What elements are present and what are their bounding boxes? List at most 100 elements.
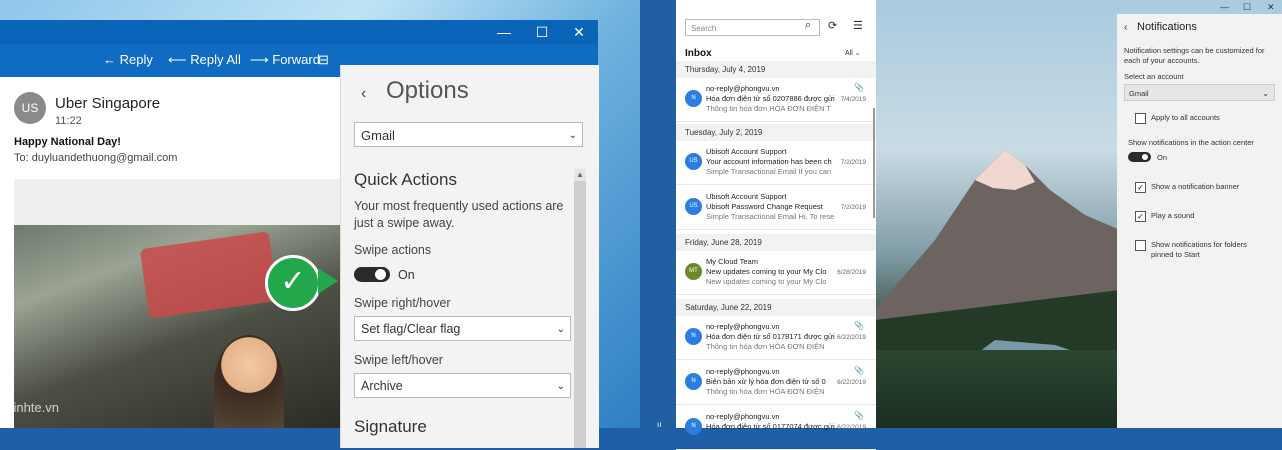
chevron-down-icon: ⌄ (556, 381, 565, 392)
notifications-description: Notification settings can be customized … (1124, 46, 1265, 65)
mail-sender: Ubisoft Account Support (706, 147, 787, 156)
scroll-up-icon[interactable]: ▲ (574, 169, 586, 181)
swipe-right-select[interactable]: Set flag/Clear flag ⌄ (354, 316, 571, 341)
mail-sender: no-reply@phongvu.vn (706, 322, 780, 331)
toggle-knob (1142, 154, 1148, 160)
message-banner (14, 179, 344, 225)
apply-all-checkbox[interactable] (1135, 113, 1146, 124)
swipe-actions-label: Swipe actions (354, 243, 432, 257)
swipe-left-select[interactable]: Archive ⌄ (354, 373, 571, 398)
reply-all-button[interactable]: ⟵ Reply All (168, 52, 241, 68)
account-select-label: Select an account (1124, 72, 1184, 81)
minimize-button[interactable]: — (1220, 2, 1229, 12)
mail-sender: no-reply@phongvu.vn (706, 412, 780, 421)
swipe-right-value: Set flag/Clear flag (361, 322, 461, 336)
mail-subject: Hóa đơn điện tử số 0178171 được gửi (706, 332, 835, 341)
mail-preview: Simple Transactional Email Hi, To rese (706, 212, 835, 221)
mail-date: 7/2/2019 (840, 159, 866, 166)
account-select[interactable]: Gmail ⌄ (1124, 84, 1275, 101)
list-item[interactable]: Nno-reply@phongvu.vn Hóa đơn điện tử số 0… (676, 316, 876, 360)
sender-avatar: N (685, 418, 702, 435)
show-notifications-toggle[interactable] (1128, 152, 1151, 162)
options-pane: ‹ Options Gmail ⌄ Quick Actions Your mos… (340, 65, 599, 448)
list-item[interactable]: Nno-reply@phongvu.vn Hóa đơn điện tử số 0… (676, 78, 876, 122)
quick-actions-description: Your most frequently used actions are ju… (354, 199, 564, 230)
options-title: Options (386, 77, 469, 104)
attachment-icon: 📎 (854, 366, 864, 375)
account-value: Gmail (1129, 89, 1149, 98)
sender-avatar: N (685, 90, 702, 107)
search-icon[interactable]: ⌕ (805, 19, 811, 32)
close-button[interactable]: ✕ (561, 20, 597, 44)
filter-dropdown[interactable]: All ⌄ (845, 49, 861, 57)
chevron-down-icon: ⌄ (568, 130, 577, 141)
mail-subject: Ubisoft Password Change Request (706, 202, 823, 211)
sender-avatar: N (685, 328, 702, 345)
mail-date: 6/22/2019 (837, 334, 866, 341)
list-scrollbar[interactable] (873, 108, 875, 218)
mail-list-pane: Search ⌕ ⟳ ☰ Inbox All ⌄ Thursday, July … (676, 0, 876, 450)
mail-preview: Thông tin hóa đơn HÓA ĐƠN ĐIỆN (706, 342, 825, 351)
mail-date: 7/2/2019 (840, 204, 866, 211)
swipe-actions-toggle[interactable] (354, 267, 390, 282)
maximize-button[interactable]: ☐ (1243, 2, 1251, 13)
sender-avatar: MT (685, 263, 702, 280)
forward-button[interactable]: ⟶ Forward (250, 52, 320, 68)
mail-preview: New updates coming to your My Clo (706, 277, 827, 286)
message-time: 11:22 (55, 115, 82, 127)
list-item[interactable]: US Ubisoft Account Support Your account in… (676, 141, 876, 185)
mail-sender: Ubisoft Account Support (706, 192, 787, 201)
account-select[interactable]: Gmail ⌄ (354, 122, 583, 147)
flag-image (139, 231, 279, 319)
mail-subject: Biên bản xử lý hóa đơn điện tử số 0 (706, 377, 826, 386)
folders-checkbox[interactable] (1135, 240, 1146, 251)
list-item[interactable]: US Ubisoft Account Support Ubisoft Passwor… (676, 186, 876, 230)
minimize-button[interactable]: — (486, 20, 522, 44)
list-item[interactable]: Nno-reply@phongvu.vn Hóa đơn điện tử số 0… (676, 406, 876, 450)
banner-label: Show a notification banner (1151, 182, 1240, 191)
swipe-left-value: Archive (361, 379, 403, 393)
swipe-check-icon: ✓ (265, 255, 321, 311)
sender-avatar: US (685, 153, 702, 170)
notifications-title: Notifications (1137, 21, 1197, 33)
back-button[interactable]: ‹ (1124, 22, 1127, 33)
sender-name: Uber Singapore (55, 95, 161, 112)
apply-all-label: Apply to all accounts (1151, 113, 1220, 122)
search-input[interactable]: Search (685, 19, 820, 36)
back-button[interactable]: ‹ (361, 85, 366, 103)
sender-avatar: US (14, 92, 46, 124)
attachment-icon: 📎 (854, 321, 864, 330)
sync-icon[interactable]: ⟳ (828, 19, 837, 32)
options-scrollbar[interactable] (574, 169, 586, 448)
mail-date: 6/28/2019 (837, 269, 866, 276)
recipient-line: To: duyluandethuong@gmail.com (14, 152, 178, 164)
archive-icon[interactable]: ⊟ (318, 52, 329, 68)
swipe-left-label: Swipe left/hover (354, 353, 443, 367)
mail-subject: New updates coming to your My Clo (706, 267, 827, 276)
date-header: Thursday, July 4, 2019 (676, 61, 876, 78)
message-subject: Happy National Day! (14, 136, 121, 148)
swipe-right-label: Swipe right/hover (354, 296, 451, 310)
side-strip (640, 0, 676, 428)
date-header: Tuesday, July 2, 2019 (676, 124, 876, 141)
show-notifications-label: Show notifications in the action center (1128, 138, 1254, 147)
sound-checkbox[interactable]: ✓ (1135, 211, 1146, 222)
banner-checkbox[interactable]: ✓ (1135, 182, 1146, 193)
list-item[interactable]: Nno-reply@phongvu.vn Biên bản xử lý hóa đ… (676, 361, 876, 405)
mail-subject: Your account information has been ch (706, 157, 832, 166)
sender-avatar: N (685, 373, 702, 390)
chevron-down-icon: ⌄ (1262, 89, 1269, 98)
maximize-button[interactable]: ☐ (524, 20, 560, 44)
sender-avatar: US (685, 198, 702, 215)
signature-heading: Signature (354, 417, 427, 436)
select-mode-icon[interactable]: ☰ (853, 19, 863, 32)
close-button[interactable]: ✕ (1267, 2, 1275, 13)
toggle-state: On (1157, 153, 1168, 162)
reply-button[interactable]: ← Reply (103, 52, 153, 67)
list-item[interactable]: MT My Cloud Team New updates coming to you… (676, 251, 876, 295)
mail-sender: My Cloud Team (706, 257, 758, 266)
toggle-knob (375, 269, 386, 280)
swipe-actions-state: On (398, 268, 415, 282)
attachment-icon: 📎 (854, 83, 864, 92)
swipe-arrow-icon (318, 268, 338, 294)
